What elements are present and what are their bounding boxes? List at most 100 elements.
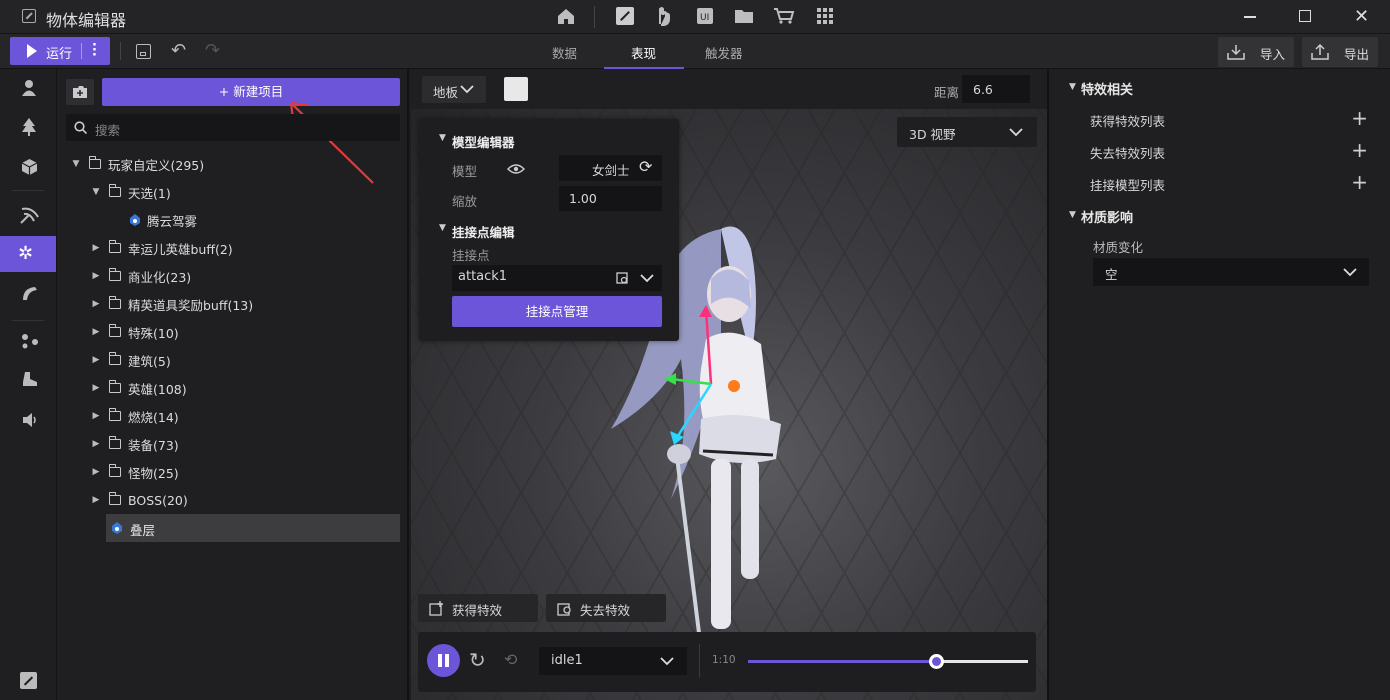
close-icon[interactable]: ✕: [1354, 6, 1369, 27]
view-mode-select[interactable]: 3D 视野: [897, 117, 1037, 147]
tree-folder[interactable]: ▶ 怪物(25): [91, 458, 179, 486]
collapsed-icon: ▶: [92, 327, 100, 337]
search-input[interactable]: 搜索: [66, 114, 400, 141]
chevron-down-icon: [660, 657, 674, 666]
ui-icon[interactable]: UI: [696, 7, 714, 25]
tree-folder[interactable]: ▼ 天选(1): [91, 178, 171, 206]
run-button[interactable]: 运行 · · ·: [10, 37, 110, 65]
scale-value: 1.00: [569, 191, 597, 206]
replay-icon[interactable]: ↻: [469, 648, 486, 672]
expanded-icon: ▼: [92, 187, 100, 197]
distance-value: 6.6: [973, 82, 993, 97]
tab-performance[interactable]: 表现: [604, 34, 684, 69]
shoe-icon[interactable]: [21, 371, 39, 387]
divider: [594, 6, 595, 28]
tree-folder-root[interactable]: ▼ 玩家自定义(295): [71, 150, 204, 178]
timeline-slider[interactable]: [748, 654, 1028, 669]
folder-icon: [108, 296, 121, 309]
ground-select[interactable]: 地板: [422, 76, 486, 103]
folder-icon: [108, 408, 121, 421]
tree-label: 精英道具奖励buff(13): [128, 297, 254, 313]
tree-label: 叠层: [130, 523, 156, 538]
more-icon[interactable]: · · ·: [92, 39, 97, 62]
tab-trigger[interactable]: 触发器: [705, 43, 743, 62]
lose-effect-button[interactable]: 失去特效: [546, 594, 666, 622]
import-button[interactable]: 导入: [1218, 37, 1294, 67]
folder-icon: [108, 352, 121, 365]
attach-model-list-label: 挂接模型列表: [1090, 178, 1166, 193]
save-icon[interactable]: [136, 44, 151, 59]
maximize-icon[interactable]: [1299, 10, 1311, 22]
unit-icon[interactable]: [21, 79, 37, 97]
minimize-icon[interactable]: [1244, 16, 1256, 18]
expanded-icon: ▼: [439, 223, 446, 233]
model-input[interactable]: 女剑士 ⟳: [559, 155, 662, 181]
refresh-icon[interactable]: ⟳: [639, 157, 652, 176]
edit-icon[interactable]: [20, 672, 37, 689]
cart-icon[interactable]: [773, 7, 795, 25]
distance-input[interactable]: 6.6: [962, 75, 1030, 103]
tree-folder[interactable]: ▶ 燃烧(14): [91, 402, 179, 430]
timeline-progress: [748, 660, 936, 663]
skill-icon[interactable]: [20, 205, 40, 225]
pause-button[interactable]: [427, 644, 460, 677]
tree-folder[interactable]: ▶ 英雄(108): [91, 374, 187, 402]
export-button[interactable]: 导出: [1302, 37, 1378, 67]
add-icon[interactable]: +: [1351, 140, 1368, 160]
tree-folder[interactable]: ▶ 幸运儿英雄buff(2): [91, 234, 233, 262]
scale-label: 缩放: [452, 194, 478, 209]
tree-leaf[interactable]: 腾云驾雾: [129, 206, 197, 234]
scale-input[interactable]: 1.00: [559, 186, 662, 211]
category-sidebar: ✲: [0, 69, 57, 700]
color-swatch[interactable]: [504, 77, 528, 101]
brush-icon[interactable]: [616, 7, 634, 25]
grid-icon[interactable]: [816, 7, 834, 25]
tree-label: 腾云驾雾: [147, 213, 198, 229]
sidebar-item-effects[interactable]: ✲: [0, 236, 56, 272]
folder-icon: [108, 380, 121, 393]
redo-icon[interactable]: ↷: [205, 40, 220, 61]
properties-panel: ▼ 特效相关 获得特效列表 + 失去特效列表 + 挂接模型列表 + ▼ 材质影响…: [1047, 69, 1390, 700]
tree-folder[interactable]: ▶ 建筑(5): [91, 346, 171, 374]
locate-icon[interactable]: [616, 272, 630, 285]
import-icon: [1227, 45, 1245, 60]
undo-icon[interactable]: ↶: [171, 40, 186, 61]
add-icon[interactable]: +: [1351, 108, 1368, 128]
folder-add-button[interactable]: [66, 79, 94, 105]
timeline-handle[interactable]: [928, 654, 944, 669]
tree-folder[interactable]: ▶ 装备(73): [91, 430, 179, 458]
projectile-icon[interactable]: [20, 283, 40, 303]
tree-folder[interactable]: ▶ 特殊(10): [91, 318, 179, 346]
attach-point-select[interactable]: attack1: [452, 265, 662, 291]
distance-label: 距离: [934, 85, 960, 100]
chevron-down-icon: [1343, 268, 1357, 277]
expanded-icon: ▼: [439, 133, 446, 143]
animation-select[interactable]: idle1: [539, 647, 687, 675]
home-icon[interactable]: [556, 7, 576, 25]
app-icon: [22, 9, 36, 23]
loop-icon[interactable]: ⟲: [504, 650, 517, 669]
material-select[interactable]: 空: [1093, 258, 1369, 286]
add-icon[interactable]: +: [1351, 172, 1368, 192]
tree-icon[interactable]: [20, 117, 38, 137]
tree-folder[interactable]: ▶ BOSS(20): [91, 486, 188, 514]
divider: [120, 42, 121, 60]
tree-label: 天选(1): [128, 185, 171, 201]
tree-folder[interactable]: ▶ 商业化(23): [91, 262, 191, 290]
magic-wand-icon: ✲: [18, 243, 34, 264]
buff-icon: [112, 522, 122, 534]
gain-effect-button[interactable]: 获得特效: [418, 594, 538, 622]
window-title: 物体编辑器: [46, 11, 127, 30]
attach-manage-button[interactable]: 挂接点管理: [452, 296, 662, 327]
folder-icon[interactable]: [734, 8, 754, 24]
search-placeholder: 搜索: [95, 123, 121, 138]
tree-folder[interactable]: ▶ 精英道具奖励buff(13): [91, 290, 253, 318]
particles-icon[interactable]: [21, 333, 39, 349]
hand-icon[interactable]: [654, 6, 672, 26]
tab-data[interactable]: 数据: [552, 43, 577, 62]
eye-icon[interactable]: [507, 163, 525, 175]
tree-leaf-selected[interactable]: 叠层: [106, 514, 400, 542]
run-label: 运行: [46, 47, 73, 62]
item-box-icon[interactable]: [21, 158, 38, 176]
speaker-icon[interactable]: [22, 413, 38, 427]
